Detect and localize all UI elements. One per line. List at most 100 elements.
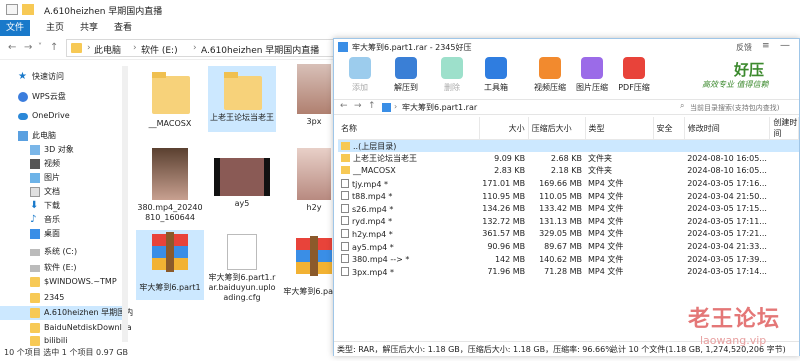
column-header-ctime[interactable]: 创建时间 [769, 117, 799, 140]
cell-mtime: 2024-03-04 21:33... [687, 242, 767, 252]
search-input[interactable] [690, 101, 796, 114]
table-row[interactable]: ryd.mp4 * 132.72 MB 131.13 MB MP4 文件 2024-03… [338, 215, 799, 228]
file-tile[interactable]: 380.mp4_20240810_160644 [136, 148, 204, 223]
sidebar-item-music[interactable]: ♪ 音乐 [0, 213, 126, 227]
table-row[interactable]: s26.mp4 * 134.26 MB 133.42 MB MP4 文件 2024-03… [338, 202, 799, 215]
folder-icon [341, 166, 350, 175]
tab-file[interactable]: 文件 [0, 20, 31, 36]
chevron-down-icon[interactable]: ˅ [38, 42, 42, 51]
archive-path[interactable]: 牢大筹到6.part1.rar [402, 102, 477, 113]
table-row[interactable]: t88.mp4 * 110.95 MB 110.05 MB MP4 文件 2024-03… [338, 190, 799, 203]
cell-packed: 89.67 MB [544, 242, 582, 252]
pdf-compress-button[interactable]: PDF压缩 [614, 57, 654, 93]
cell-mtime: 2024-08-10 16:05... [687, 166, 767, 176]
table-row[interactable]: ay5.mp4 * 90.96 MB 89.67 MB MP4 文件 2024-03-0… [338, 240, 799, 253]
breadcrumb-this-pc[interactable]: 此电脑 [94, 43, 121, 56]
video-file-icon [341, 241, 349, 251]
column-header-size[interactable]: 大小 [479, 117, 529, 140]
file-tile[interactable]: 牢大筹到6.part1.rar.baiduyun.uploading.cfg [208, 234, 276, 303]
table-row[interactable]: __MACOSX 2.83 KB 2.18 KB 文件夹 2024-08-10 16:0… [338, 165, 799, 178]
video-compress-icon [539, 57, 561, 79]
sidebar-item-desktop[interactable]: 桌面 [0, 227, 126, 241]
feedback-link[interactable]: 反馈 [736, 42, 752, 53]
minimize-icon[interactable]: — [780, 40, 790, 51]
table-row[interactable]: h2y.mp4 * 361.57 MB 329.05 MB MP4 文件 2024-03… [338, 228, 799, 241]
recycle-icon [441, 57, 463, 79]
sidebar-item-pictures[interactable]: 图片 [0, 171, 126, 185]
column-header-mtime[interactable]: 修改时间 [684, 117, 771, 140]
column-header-name[interactable]: 名称 [338, 117, 480, 140]
tab-home[interactable]: 主页 [40, 20, 70, 36]
up-icon[interactable]: ↑ [50, 42, 58, 53]
file-tile-selected[interactable]: 牢大筹到6.part1 [136, 230, 204, 300]
breadcrumb-drive[interactable]: 软件 (E:) [141, 43, 178, 56]
sidebar-item-onedrive[interactable]: OneDrive [0, 109, 126, 123]
address-bar[interactable]: › 此电脑 › 软件 (E:) › A.610heizhen 早期国内直播 [66, 39, 336, 57]
menu-icon[interactable]: ≡ [762, 41, 770, 51]
back-icon[interactable]: ← [8, 42, 16, 53]
cell-ctime [770, 240, 799, 253]
cell-packed: 329.05 MB [539, 229, 582, 239]
table-row[interactable]: tjy.mp4 * 171.01 MB 169.66 MB MP4 文件 2024-03… [338, 177, 799, 190]
forward-icon[interactable]: → [24, 42, 32, 53]
sidebar-item-videos[interactable]: 视频 [0, 157, 126, 171]
file-icon [227, 234, 257, 270]
column-header-security[interactable]: 安全 [653, 117, 685, 140]
picture-icon [30, 173, 40, 183]
sidebar-item-drive-e[interactable]: 软件 (E:) [0, 261, 126, 275]
table-row[interactable]: 上老王论坛当老王 9.09 KB 2.68 KB 文件夹 2024-08-10 16:0… [338, 152, 799, 165]
tab-share[interactable]: 共享 [74, 20, 104, 36]
sidebar-item-wps[interactable]: WPS云盘 [0, 90, 126, 104]
parent-directory-row[interactable]: ..(上层目录) [338, 139, 799, 153]
haozip-title: 牢大筹到6.part1.rar - 2345好压 [352, 43, 472, 52]
cell-size: 110.95 MB [482, 191, 526, 201]
table-row[interactable]: 3px.mp4 * 71.96 MB 71.28 MB MP4 文件 2024-03-0… [338, 265, 799, 278]
file-tile[interactable]: ay5 [208, 158, 276, 209]
sidebar-item-folder-selected[interactable]: A.610heizhen 早期国内 [0, 306, 133, 320]
cell-ctime [770, 228, 799, 241]
toolbox-button[interactable]: 工具箱 [476, 57, 516, 93]
drive-icon [30, 249, 40, 256]
cell-security [653, 228, 684, 241]
cell-mtime: 2024-03-05 17:11... [687, 216, 767, 226]
file-name: tjy.mp4 * [352, 179, 388, 189]
back-icon[interactable]: ← [340, 101, 348, 111]
table-row[interactable]: 380.mp4 --> * 142 MB 140.62 MB MP4 文件 2024-0… [338, 253, 799, 266]
sidebar-item-this-pc[interactable]: 此电脑 [0, 129, 126, 143]
sidebar-item-folder[interactable]: BaiduNetdiskDownloa [0, 321, 132, 335]
cell-type: 文件夹 [588, 166, 612, 176]
file-tile-selected[interactable]: 上老王论坛当老王 [208, 66, 276, 132]
breadcrumb-folder[interactable]: A.610heizhen 早期国内直播 [201, 43, 319, 56]
sidebar-item-folder[interactable]: 2345 [0, 291, 126, 305]
cell-packed: 2.18 KB [550, 166, 582, 176]
sidebar-item-downloads[interactable]: ⬇ 下载 [0, 199, 126, 213]
folder-icon [341, 153, 350, 162]
sidebar-item-drive-c[interactable]: 系统 (C:) [0, 245, 126, 259]
search-icon[interactable]: ⌕ [680, 101, 684, 111]
cell-ctime [770, 190, 799, 203]
sidebar-item-3d[interactable]: 3D 对象 [0, 143, 126, 157]
cell-packed: 140.62 MB [539, 254, 582, 264]
video-compress-button[interactable]: 视频压缩 [530, 57, 570, 93]
file-grid: __MACOSX 上老王论坛当老王 3px 380.mp4_20240810_1… [132, 62, 345, 342]
tab-view[interactable]: 查看 [108, 20, 138, 36]
sidebar-item-folder[interactable]: $WINDOWS.~TMP [0, 275, 126, 289]
scrollbar[interactable] [122, 66, 128, 342]
quick-access-icon[interactable] [6, 4, 18, 15]
folder-icon [30, 323, 40, 333]
add-button[interactable]: 添加 [340, 57, 380, 93]
forward-icon[interactable]: → [354, 101, 362, 111]
column-header-type[interactable]: 类型 [585, 117, 654, 140]
column-header-packed[interactable]: 压缩后大小 [528, 117, 586, 140]
toolbox-icon [485, 57, 507, 79]
sidebar-item-quick-access[interactable]: ★ 快速访问 [0, 70, 126, 84]
file-tile[interactable]: __MACOSX [136, 66, 204, 129]
up-icon[interactable]: ↑ [368, 101, 376, 111]
cell-name: 3px.mp4 * [338, 265, 479, 278]
cell-mtime [684, 139, 770, 153]
sidebar-item-documents[interactable]: 文档 [0, 185, 126, 199]
add-icon [349, 57, 371, 79]
image-compress-button[interactable]: 图片压缩 [572, 57, 612, 93]
delete-button[interactable]: 删除 [432, 57, 472, 93]
extract-button[interactable]: 解压到 [386, 57, 426, 93]
